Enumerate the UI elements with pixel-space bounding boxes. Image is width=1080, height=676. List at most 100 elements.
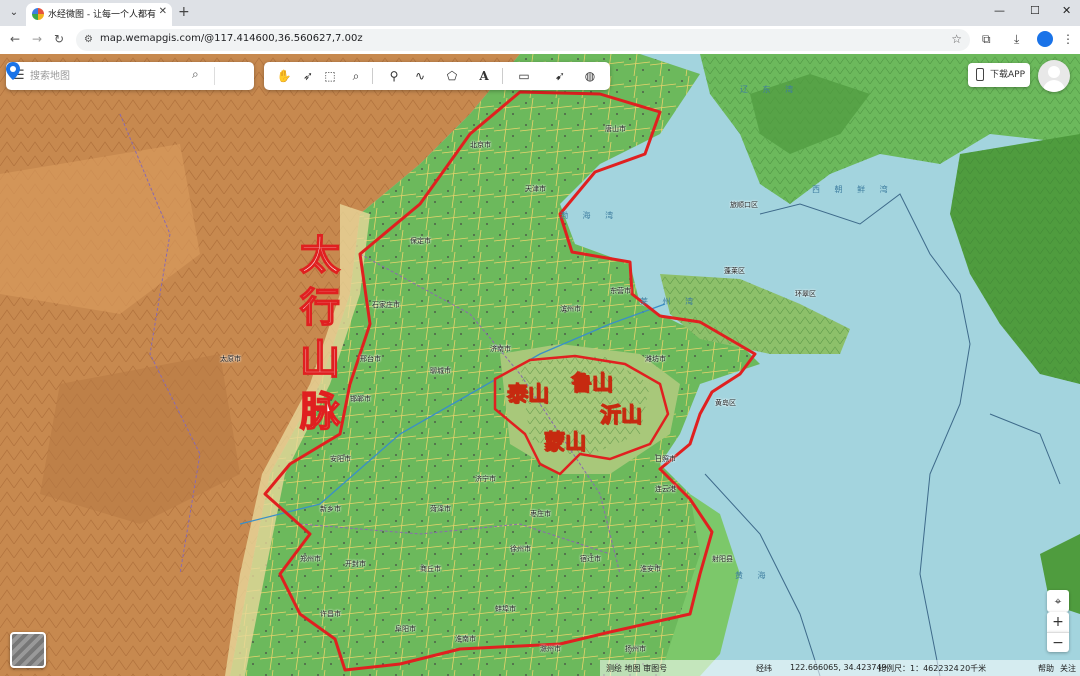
search-divider — [214, 67, 215, 85]
scale-ratio: 比例尺：1：4622324 — [878, 664, 959, 673]
place-label[interactable]: 黄岛区 — [715, 398, 736, 408]
select-region-icon[interactable]: ⬚ — [320, 67, 340, 85]
minimize-button[interactable]: — — [994, 4, 1005, 17]
download-app-button[interactable]: 下载APP — [968, 63, 1030, 87]
place-label[interactable]: 环翠区 — [795, 289, 816, 299]
user-avatar[interactable] — [1038, 60, 1070, 92]
phone-icon — [976, 68, 984, 81]
place-label[interactable]: 旅顺口区 — [730, 200, 758, 210]
place-label[interactable]: 蚌埠市 — [495, 604, 516, 614]
place-label[interactable]: 淮安市 — [640, 564, 661, 574]
maximize-button[interactable]: ☐ — [1030, 4, 1040, 17]
tab-title: 水经微图 - 让每一个人都有自己 — [48, 10, 156, 20]
place-label[interactable]: 济宁市 — [475, 474, 496, 484]
back-arrow-icon[interactable]: ← — [10, 32, 20, 46]
map-canvas[interactable]: 渤 海 湾 莱 州 湾 西 朝 鲜 湾 辽 东 湾 黄 海 太原市 石家庄市 北… — [0, 54, 1080, 676]
omnibox[interactable]: ⚙ map.wemapgis.com/@117.414600,36.560627… — [76, 29, 970, 51]
sea-label-bohai-bay: 渤 海 湾 — [560, 211, 620, 220]
sea-label-north-korea-bay: 西 朝 鲜 湾 — [812, 185, 894, 194]
tab-close-icon[interactable]: ✕ — [159, 6, 167, 17]
coordinate-readout: 122.666065, 34.423749 — [790, 663, 887, 672]
place-label[interactable]: 邢台市 — [360, 354, 381, 364]
place-label[interactable]: 东营市 — [610, 286, 631, 296]
drawing-toolbar: ✋ ➶ ⬚ ⌕ ⚲ ∿ ⬠ A ▭ ➹ ◍ — [264, 62, 610, 90]
locate-crosshair-icon[interactable]: ⌖ — [1047, 590, 1069, 612]
place-label[interactable]: 连云港 — [655, 484, 676, 494]
map-credit-text: 测绘 地图 审图号 — [606, 664, 668, 673]
browser-menu-icon[interactable]: ⋮ — [1062, 32, 1074, 46]
place-label[interactable]: 射阳县 — [712, 554, 733, 564]
layer-switcher-thumbnail[interactable] — [10, 632, 46, 668]
place-label[interactable]: 北京市 — [470, 140, 491, 150]
annotation-taishan: 泰山 — [507, 382, 550, 407]
place-label[interactable]: 天津市 — [525, 184, 546, 194]
place-label[interactable]: 菏泽市 — [430, 504, 451, 514]
place-label[interactable]: 石家庄市 — [372, 300, 400, 310]
location-pin-icon[interactable] — [6, 62, 20, 80]
annotation-yishan: 沂山 — [600, 403, 643, 428]
place-label[interactable]: 滨州市 — [560, 304, 581, 314]
status-bar: 测绘 地图 审图号 经纬 122.666065, 34.423749 比例尺：1… — [600, 660, 1080, 676]
place-label[interactable]: 开封市 — [345, 559, 366, 569]
follow-link[interactable]: 关注 — [1060, 663, 1076, 674]
place-label[interactable]: 宿迁市 — [580, 554, 601, 564]
marker-icon[interactable]: ⚲ — [384, 67, 404, 85]
profile-avatar[interactable] — [1037, 31, 1053, 47]
select-arrow-icon[interactable]: ➶ — [298, 67, 318, 85]
measure-ruler-icon[interactable]: ▭ — [514, 67, 534, 85]
place-label[interactable]: 许昌市 — [320, 609, 341, 619]
place-label[interactable]: 太原市 — [220, 354, 241, 364]
download-icon[interactable]: ⤓ — [1014, 32, 1019, 47]
address-bar-row: ← → ↻ ⚙ map.wemapgis.com/@117.414600,36.… — [0, 26, 1080, 54]
place-label[interactable]: 保定市 — [410, 236, 431, 246]
zoom-search-icon[interactable]: ⌕ — [346, 67, 366, 85]
zoom-out-button[interactable]: − — [1047, 632, 1069, 652]
place-label[interactable]: 邯郸市 — [350, 394, 371, 404]
globe-icon[interactable]: ◍ — [580, 67, 600, 85]
place-label[interactable]: 新乡市 — [320, 504, 341, 514]
site-favicon-icon — [32, 8, 44, 20]
place-label[interactable]: 阜阳市 — [395, 624, 416, 634]
place-label[interactable]: 蓬莱区 — [724, 266, 745, 276]
place-label[interactable]: 安阳市 — [330, 454, 351, 464]
help-link[interactable]: 帮助 — [1038, 663, 1054, 674]
search-icon[interactable]: ⌕ — [192, 67, 199, 82]
place-label[interactable]: 日照市 — [655, 454, 676, 464]
sea-label-yellow-sea: 黄 海 — [735, 571, 772, 580]
search-input[interactable] — [30, 67, 190, 85]
forward-arrow-icon[interactable]: → — [32, 32, 42, 46]
coordinate-label: 经纬 — [756, 664, 772, 673]
place-label[interactable]: 唐山市 — [605, 124, 626, 134]
close-window-button[interactable]: ✕ — [1062, 4, 1071, 17]
place-label[interactable]: 郑州市 — [300, 554, 321, 564]
bookmark-star-icon[interactable]: ☆ — [951, 32, 962, 46]
annotation-mengshan: 蒙山 — [544, 430, 587, 455]
scale-bar-label: 20千米 — [960, 664, 987, 673]
clear-pointer-icon[interactable]: ➹ — [550, 67, 570, 85]
search-panel: ☰ ⌕ — [6, 62, 254, 90]
new-tab-button[interactable]: + — [178, 4, 190, 20]
sea-label-laizhou-bay: 莱 州 湾 — [640, 297, 700, 306]
polygon-icon[interactable]: ⬠ — [442, 67, 462, 85]
place-label[interactable]: 济南市 — [490, 344, 511, 354]
place-label[interactable]: 聊城市 — [430, 366, 451, 376]
pan-hand-icon[interactable]: ✋ — [274, 67, 294, 85]
text-icon[interactable]: A — [474, 67, 494, 85]
sea-label-bay-top: 辽 东 湾 — [740, 85, 800, 94]
toolbar-divider — [502, 68, 503, 84]
place-label[interactable]: 滁州市 — [540, 644, 561, 654]
zoom-in-button[interactable]: + — [1047, 612, 1069, 632]
place-label[interactable]: 淮南市 — [455, 634, 476, 644]
active-tab[interactable]: 水经微图 - 让每一个人都有自己 ✕ — [26, 3, 172, 26]
tab-search-chevron-icon[interactable]: ⌄ — [6, 5, 22, 21]
reload-icon[interactable]: ↻ — [54, 32, 64, 46]
place-label[interactable]: 商丘市 — [420, 564, 441, 574]
place-label[interactable]: 扬州市 — [625, 644, 646, 654]
place-label[interactable]: 徐州市 — [510, 544, 531, 554]
polyline-icon[interactable]: ∿ — [410, 67, 430, 85]
place-label[interactable]: 潍坊市 — [645, 354, 666, 364]
place-label[interactable]: 枣庄市 — [530, 509, 551, 519]
site-info-icon[interactable]: ⚙ — [84, 34, 93, 45]
extensions-icon[interactable]: ⧉ — [982, 32, 991, 47]
url-text[interactable]: map.wemapgis.com/@117.414600,36.560627,7… — [100, 33, 363, 44]
